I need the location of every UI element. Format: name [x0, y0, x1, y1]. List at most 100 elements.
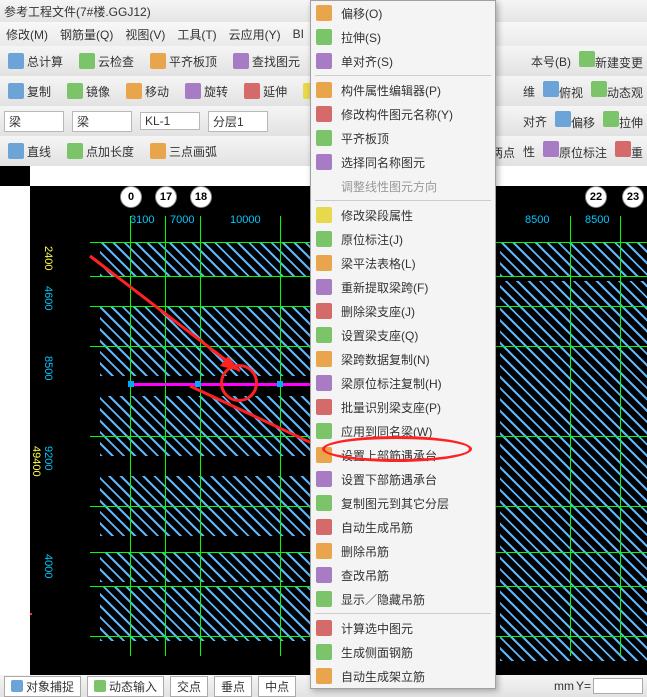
- btn-cloud-check[interactable]: 云检查: [75, 51, 138, 72]
- btn-arc[interactable]: 三点画弧: [146, 141, 221, 162]
- cm-label: 梁跨数据复制(N): [341, 351, 430, 368]
- cm-item[interactable]: 构件属性编辑器(P): [311, 78, 495, 102]
- btn-offset[interactable]: 偏移: [555, 111, 595, 131]
- menu-modify[interactable]: 修改(M): [6, 26, 48, 43]
- cm-label: 构件属性编辑器(P): [341, 82, 441, 99]
- cm-item[interactable]: 删除吊筋: [311, 539, 495, 563]
- beam-grip[interactable]: [277, 381, 283, 387]
- cm-icon: [315, 230, 333, 248]
- btn-prop[interactable]: 性: [523, 143, 535, 160]
- cm-icon: [315, 350, 333, 368]
- cm-item[interactable]: 重新提取梁跨(F): [311, 275, 495, 299]
- cm-item[interactable]: 设置上部筋遇承台: [311, 443, 495, 467]
- status-dyn[interactable]: 动态输入: [87, 676, 164, 697]
- cm-item[interactable]: 批量识别梁支座(P): [311, 395, 495, 419]
- menu-bi[interactable]: BI: [293, 27, 304, 41]
- btn-wei[interactable]: 维: [523, 83, 535, 100]
- menu-rebar[interactable]: 钢筋量(Q): [60, 26, 113, 43]
- cm-item[interactable]: 查改吊筋: [311, 563, 495, 587]
- btn-dynview[interactable]: 动态观: [591, 81, 643, 101]
- cm-label: 单对齐(S): [341, 53, 393, 70]
- btn-version[interactable]: 本号(B): [531, 53, 571, 70]
- selected-beam[interactable]: [130, 383, 330, 386]
- btn-extend[interactable]: 延伸: [240, 81, 291, 102]
- cm-item[interactable]: 选择同名称图元: [311, 150, 495, 174]
- btn-rebar[interactable]: 重: [615, 141, 643, 161]
- cm-item[interactable]: 删除梁支座(J): [311, 299, 495, 323]
- coord-y-input[interactable]: [593, 678, 643, 694]
- cm-item[interactable]: 应用到同名梁(W): [311, 419, 495, 443]
- cm-item[interactable]: 梁原位标注复制(H): [311, 371, 495, 395]
- sel-name[interactable]: KL-1: [140, 112, 200, 130]
- status-perp[interactable]: 垂点: [214, 676, 252, 697]
- cm-item[interactable]: 拉伸(S): [311, 25, 495, 49]
- cm-item[interactable]: 设置梁支座(Q): [311, 323, 495, 347]
- hatch-row-2: [100, 396, 330, 456]
- cm-icon: [315, 619, 333, 637]
- btn-move[interactable]: 移动: [122, 81, 173, 102]
- cm-item[interactable]: 自动生成吊筋: [311, 515, 495, 539]
- status-snap[interactable]: 对象捕捉: [4, 676, 81, 697]
- btn-find-elem[interactable]: 查找图元: [229, 51, 304, 72]
- cm-icon: [315, 28, 333, 46]
- cm-item[interactable]: 修改梁段属性: [311, 203, 495, 227]
- dim-3100: 3100: [130, 214, 154, 226]
- btn-stretch[interactable]: 拉伸: [603, 111, 643, 131]
- menu-tool[interactable]: 工具(T): [177, 26, 216, 43]
- ruler-left: [0, 186, 30, 675]
- cm-item[interactable]: 自动生成架立筋: [311, 664, 495, 688]
- cm-item[interactable]: 平齐板顶: [311, 126, 495, 150]
- btn-total-calc[interactable]: 总计算: [4, 51, 67, 72]
- cm-item[interactable]: 梁平法表格(L): [311, 251, 495, 275]
- cm-item[interactable]: 梁跨数据复制(N): [311, 347, 495, 371]
- btn-new-change[interactable]: 新建变更: [579, 51, 643, 71]
- gridline-v: [570, 216, 571, 656]
- cm-item[interactable]: 复制图元到其它分层: [311, 491, 495, 515]
- btn-addlen[interactable]: 点加长度: [63, 141, 138, 162]
- cm-item[interactable]: 偏移(O): [311, 1, 495, 25]
- cm-icon: [315, 129, 333, 147]
- status-cross[interactable]: 交点: [170, 676, 208, 697]
- btn-align[interactable]: 对齐: [523, 113, 547, 130]
- cm-item: 调整线性图元方向: [311, 174, 495, 198]
- btn-rotate[interactable]: 旋转: [181, 81, 232, 102]
- status-mid[interactable]: 中点: [258, 676, 296, 697]
- cm-label: 梁原位标注复制(H): [341, 375, 442, 392]
- cm-item[interactable]: 设置下部筋遇承台: [311, 467, 495, 491]
- context-menu[interactable]: 偏移(O)拉伸(S) 单对齐(S) 构件属性编辑器(P) 修改构件图元名称(Y)平齐板…: [310, 0, 496, 689]
- dim-9200: 9200: [42, 446, 54, 470]
- btn-copy[interactable]: 复制: [4, 81, 55, 102]
- cm-icon: [315, 254, 333, 272]
- cm-item[interactable]: 生成侧面钢筋: [311, 640, 495, 664]
- cm-label: 梁平法表格(L): [341, 255, 416, 272]
- btn-origin[interactable]: 原位标注: [543, 141, 607, 161]
- btn-line[interactable]: 直线: [4, 141, 55, 162]
- cm-item[interactable]: 原位标注(J): [311, 227, 495, 251]
- grid-bubble-18: 18: [190, 186, 212, 208]
- dim-4600: 4600: [42, 286, 54, 310]
- sel-category[interactable]: 梁: [4, 111, 64, 132]
- dim-8500: 8500: [42, 356, 54, 380]
- beam-grip[interactable]: [195, 381, 201, 387]
- hatch-top-right: [500, 242, 647, 276]
- beam-grip[interactable]: [128, 381, 134, 387]
- cm-item[interactable]: 单对齐(S): [311, 49, 495, 73]
- cm-label: 复制图元到其它分层: [341, 495, 449, 512]
- btn-mirror[interactable]: 镜像: [63, 81, 114, 102]
- cm-icon: [315, 153, 333, 171]
- cm-icon: [315, 566, 333, 584]
- cm-item[interactable]: 显示／隐藏吊筋: [311, 587, 495, 611]
- cm-item[interactable]: 修改构件图元名称(Y): [311, 102, 495, 126]
- dim-7000: 7000: [170, 214, 194, 226]
- toolbar-1-right: 本号(B) 新建变更: [527, 46, 647, 76]
- dim-2400: 2400: [42, 246, 54, 270]
- menu-view[interactable]: 视图(V): [125, 26, 165, 43]
- cm-icon: [315, 542, 333, 560]
- sel-type[interactable]: 梁: [72, 111, 132, 132]
- btn-flat-top[interactable]: 平齐板顶: [146, 51, 221, 72]
- cm-item[interactable]: 计算选中图元: [311, 616, 495, 640]
- grid-bubble-0: 0: [120, 186, 142, 208]
- btn-topview[interactable]: 俯视: [543, 81, 583, 101]
- sel-layer[interactable]: 分层1: [208, 111, 268, 132]
- menu-cloud[interactable]: 云应用(Y): [229, 26, 281, 43]
